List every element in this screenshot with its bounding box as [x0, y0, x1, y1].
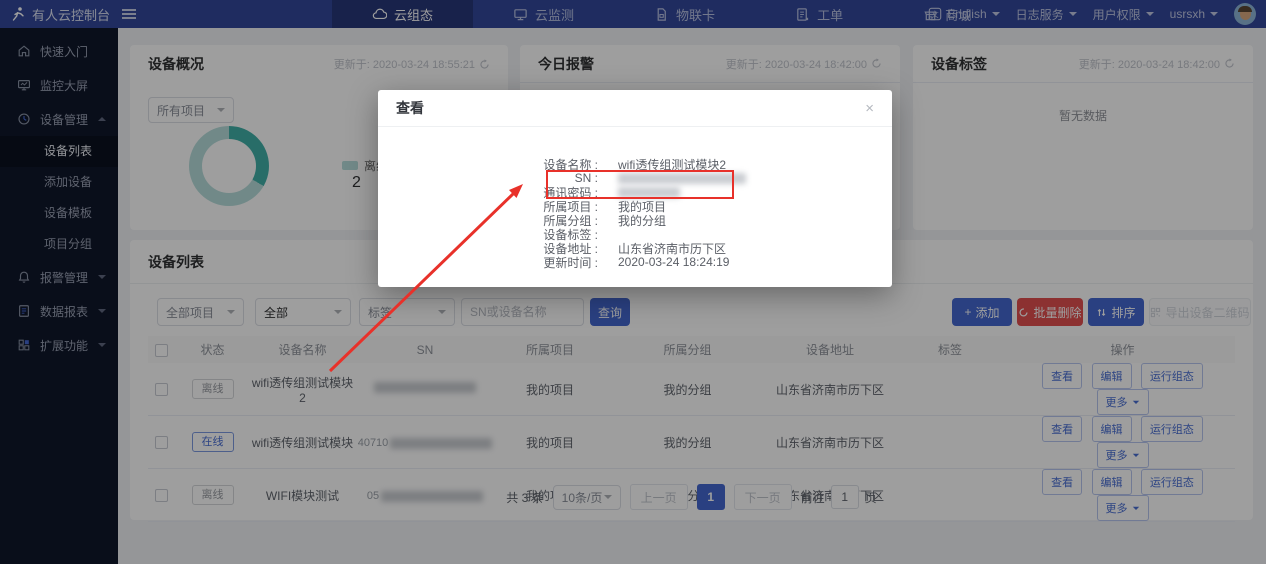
field-value: 山东省济南市历下区: [618, 240, 726, 257]
field-value-redacted: [618, 173, 746, 184]
modal-title: 查看: [396, 98, 424, 118]
redaction-blur: [618, 173, 746, 184]
field-value: wifi透传组测试模块2: [618, 156, 726, 173]
field-label: 设备名称 :: [378, 156, 598, 173]
view-device-modal: 查看 × 设备名称 :wifi透传组测试模块2 SN : 通讯密码 : 所属项目…: [378, 90, 892, 287]
field-value: 2020-03-24 18:24:19: [618, 255, 729, 269]
modal-body: 设备名称 :wifi透传组测试模块2 SN : 通讯密码 : 所属项目 :我的项…: [378, 127, 892, 269]
screen: 有人云控制台 云组态 云监测 物联卡 工单 商城: [0, 0, 1266, 564]
redaction-blur: [618, 187, 680, 198]
field-value: 我的分组: [618, 212, 666, 229]
close-icon[interactable]: ×: [865, 101, 874, 116]
field-value-redacted: [618, 187, 680, 198]
field-label: 更新时间 :: [378, 254, 598, 271]
